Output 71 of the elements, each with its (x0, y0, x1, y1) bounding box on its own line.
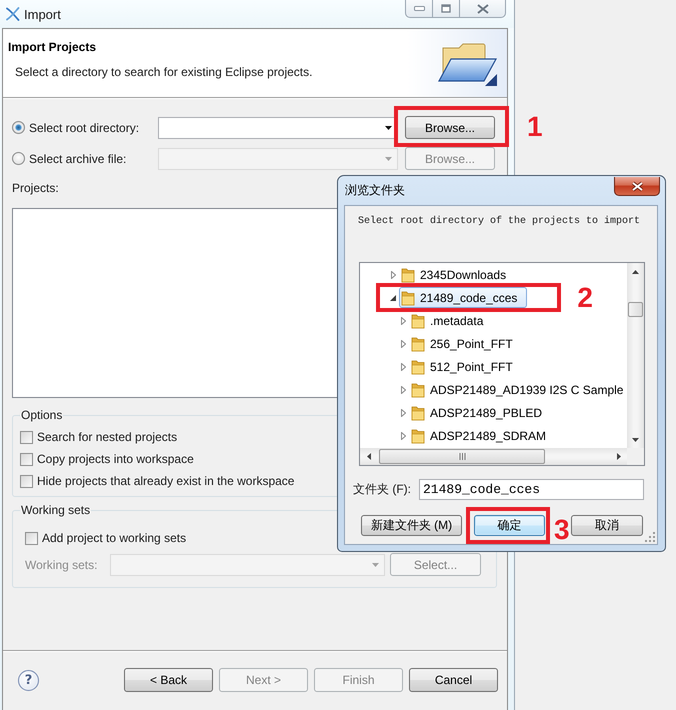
caret-icon (385, 126, 392, 130)
folder-icon (411, 382, 425, 398)
checkbox-label: Add project to working sets (42, 531, 186, 545)
minimize-button[interactable] (405, 0, 433, 18)
maximize-button[interactable] (433, 0, 460, 18)
tree-item[interactable]: 2345Downloads (399, 264, 508, 285)
checkbox[interactable] (25, 532, 38, 544)
caret-icon (372, 562, 379, 566)
horizontal-scrollbar[interactable] (360, 448, 627, 465)
checkbox-label: Copy projects into workspace (37, 452, 194, 466)
tree-item[interactable]: ADSP21489_PBLED (409, 402, 544, 423)
maximize-icon (441, 4, 451, 13)
up-arrow-icon (632, 270, 639, 274)
wizard-button[interactable]: Cancel (409, 668, 498, 692)
folder-icon (411, 312, 425, 328)
tree-item[interactable]: 256_Point_FFT (409, 333, 514, 354)
radio-label: Select root directory: (29, 120, 140, 134)
caret-icon (385, 156, 392, 160)
tree-item[interactable]: .metadata (409, 310, 484, 331)
scrollbar-thumb[interactable] (628, 302, 643, 317)
close-icon (630, 180, 644, 192)
folder-icon (411, 404, 425, 420)
step-number: 2 (577, 284, 593, 312)
page-title: Import Projects (8, 39, 98, 55)
prompt-text: Select root directory of the projects to import (358, 215, 642, 229)
field-label: Working sets: (25, 558, 98, 572)
radio-button[interactable] (12, 121, 25, 134)
folder-icon (401, 290, 415, 306)
browse-button[interactable]: Browse... (405, 116, 495, 139)
folder-name-field[interactable]: 21489_code_cces (419, 479, 644, 500)
dialog-button[interactable]: 新建文件夹 (M) (361, 515, 462, 536)
checkbox-label: Hide projects that already exist in the workspace (37, 474, 294, 488)
scrollbar-corner (627, 448, 644, 465)
minimize-icon (414, 6, 424, 11)
right-arrow-icon (616, 453, 620, 460)
dialog-button[interactable]: 确定 (474, 515, 545, 536)
dialog-button[interactable]: 取消 (571, 515, 643, 536)
group-title: Working sets (20, 503, 92, 518)
help-button[interactable]: ? (18, 670, 39, 691)
field-label: 文件夹 (F): (353, 481, 412, 498)
resize-grip-icon (645, 532, 655, 542)
folder-icon (401, 266, 415, 282)
step-number: 1 (527, 112, 543, 140)
close-button[interactable] (614, 177, 660, 196)
step-number: 3 (554, 516, 570, 544)
down-arrow-icon (632, 438, 639, 442)
radio-button[interactable] (12, 152, 25, 165)
checkbox-label: Search for nested projects (37, 430, 178, 444)
tree-item[interactable]: 21489_code_cces (399, 287, 528, 308)
tree-item[interactable]: 512_Point_FFT (409, 356, 514, 377)
folder-icon (411, 336, 425, 352)
crossed-curves-icon (5, 6, 21, 22)
projects-label: Projects: (12, 181, 59, 196)
tree-item[interactable]: ADSP21489_SDRAM (409, 425, 548, 446)
wizard-button[interactable]: < Back (124, 668, 213, 692)
checkbox[interactable] (20, 430, 33, 444)
close-icon (476, 4, 488, 14)
window-title: Import (24, 6, 61, 22)
tree-item[interactable]: ADSP21489_AD1939 I2S C Sample (409, 379, 624, 400)
group-title: Options (20, 408, 64, 423)
scrollbar-thumb[interactable] (379, 449, 545, 464)
dialog-title: 浏览文件夹 (345, 182, 405, 199)
left-arrow-icon (366, 453, 370, 460)
vertical-scrollbar[interactable] (627, 263, 644, 448)
folder-icon (411, 358, 425, 374)
radio-label: Select archive file: (29, 152, 126, 166)
checkbox[interactable] (20, 474, 33, 488)
checkbox[interactable] (20, 452, 33, 466)
grip-icon (458, 453, 466, 460)
page-description: Select a directory to search for existing Eclipse projects. (15, 64, 314, 80)
folder-icon (411, 428, 425, 444)
